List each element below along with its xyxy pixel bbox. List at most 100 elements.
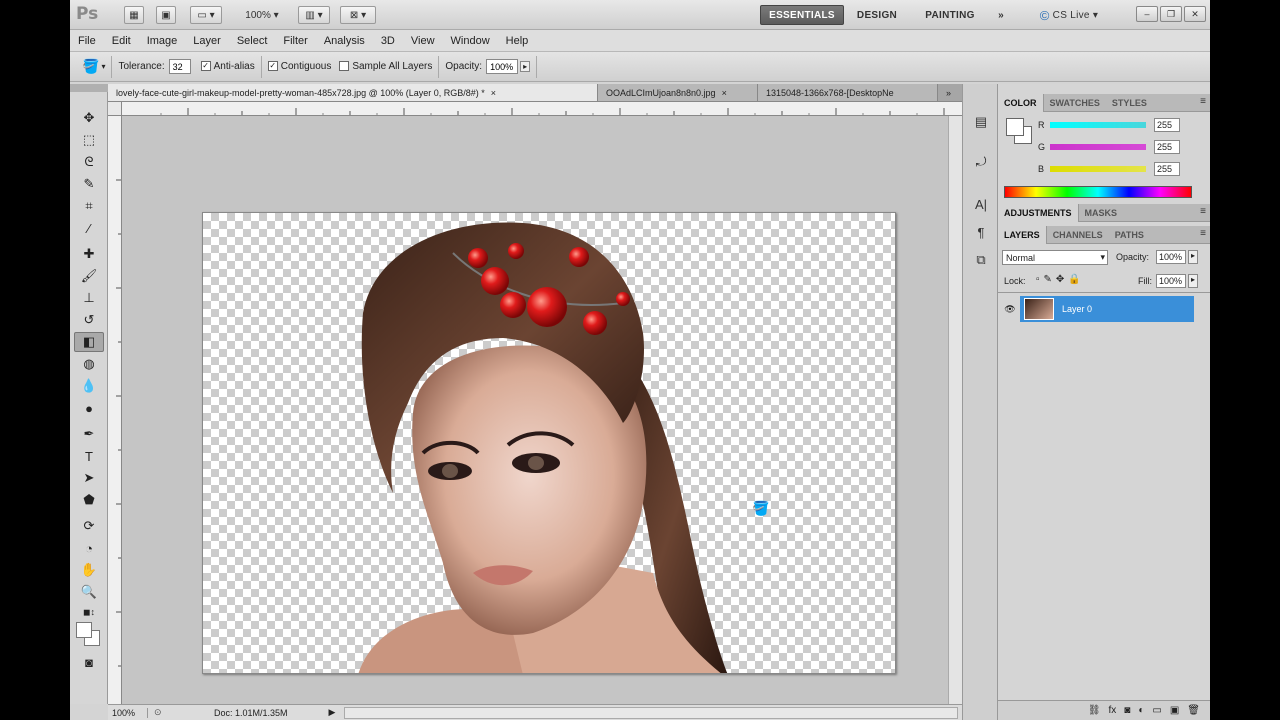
screen-mode-dropdown[interactable]: ⊠ ▾ <box>340 6 376 24</box>
quick-mask-icon[interactable]: ◙ <box>74 652 104 672</box>
tab-channels[interactable]: CHANNELS <box>1047 226 1109 244</box>
opacity-input[interactable] <box>486 59 519 74</box>
status-menu-arrow[interactable]: ▶ <box>324 707 340 718</box>
status-zoom[interactable]: 100% <box>108 707 148 718</box>
default-colors-icon[interactable]: ◼↕ <box>74 602 104 622</box>
menu-select[interactable]: Select <box>229 35 276 47</box>
tab-close-icon[interactable]: × <box>722 88 727 98</box>
hand-tool-icon[interactable]: ✋ <box>74 560 104 580</box>
document-canvas[interactable] <box>202 212 896 674</box>
workspace-painting[interactable]: PAINTING <box>916 5 984 25</box>
blur-tool-icon[interactable]: 💧 <box>74 376 104 396</box>
menu-edit[interactable]: Edit <box>104 35 139 47</box>
adjustments-panel-menu-icon[interactable]: ≡ <box>1200 206 1206 217</box>
channel-b-value[interactable]: 255 <box>1154 162 1180 176</box>
contiguous-checkbox[interactable]: ✓ Contiguous <box>267 61 331 72</box>
fx-icon[interactable]: fx <box>1109 705 1117 716</box>
clone-stamp-tool-icon[interactable]: ⊥ <box>74 288 104 308</box>
history-brush-tool-icon[interactable]: ↺ <box>74 310 104 330</box>
brush-tool-icon[interactable]: 🖌 <box>74 266 104 286</box>
channel-g-value[interactable]: 255 <box>1154 140 1180 154</box>
channel-r-slider[interactable] <box>1050 122 1146 128</box>
paint-bucket-tool-icon[interactable]: ◍ <box>74 354 104 374</box>
zoom-tool-icon[interactable]: 🔍 <box>74 582 104 602</box>
tools-panel-header[interactable] <box>70 84 108 92</box>
dodge-tool-icon[interactable]: ● <box>74 398 104 418</box>
zoom-level-dropdown[interactable]: 100% ▾ <box>234 6 290 24</box>
tab-swatches[interactable]: SWATCHES <box>1044 94 1106 112</box>
new-layer-icon[interactable]: ▣ <box>1170 705 1179 716</box>
tab-close-icon[interactable]: × <box>491 88 496 98</box>
layer-visibility-eye-icon[interactable]: 👁 <box>1000 296 1020 322</box>
layer-opacity-arrow[interactable]: ▸ <box>1188 250 1199 264</box>
shape-tool-icon[interactable]: ⬟ <box>74 490 104 510</box>
color-spectrum-bar[interactable] <box>1004 186 1192 198</box>
document-tab-active[interactable]: lovely-face-cute-girl-makeup-model-prett… <box>108 84 598 101</box>
menu-view[interactable]: View <box>403 35 443 47</box>
lock-icons[interactable]: ▫✎✥🔒 <box>1036 274 1085 285</box>
tab-color[interactable]: COLOR <box>998 93 1044 112</box>
fill-input[interactable]: 100% <box>1156 274 1186 288</box>
eyedropper-tool-icon[interactable]: ⁄ <box>74 218 104 238</box>
type-tool-icon[interactable]: T <box>74 446 104 466</box>
view-extras-dropdown[interactable]: ▭ ▾ <box>190 6 222 24</box>
new-group-icon[interactable]: ▭ <box>1152 705 1161 716</box>
ruler-origin[interactable] <box>108 102 122 116</box>
histogram-icon[interactable]: ▤ <box>970 112 992 132</box>
tool-preset-dropdown-icon[interactable]: ▾ <box>101 62 105 71</box>
color-panel-menu-icon[interactable]: ≡ <box>1200 96 1206 107</box>
clone-source-icon[interactable]: ⧉ <box>970 250 992 270</box>
tab-layers[interactable]: LAYERS <box>998 225 1047 244</box>
horizontal-ruler[interactable] <box>122 102 962 116</box>
delete-layer-icon[interactable]: 🗑 <box>1187 705 1200 716</box>
layer-row[interactable]: 👁 Layer 0 <box>1000 296 1194 322</box>
tab-adjustments[interactable]: ADJUSTMENTS <box>998 203 1079 222</box>
menu-filter[interactable]: Filter <box>275 35 315 47</box>
arrange-documents-dropdown[interactable]: ▥ ▾ <box>298 6 330 24</box>
opacity-dropdown-icon[interactable]: ▸ <box>520 61 531 72</box>
layer-opacity-input[interactable]: 100% <box>1156 250 1186 264</box>
workspace-more[interactable]: » <box>990 5 1012 25</box>
adjustment-layer-icon[interactable]: ◐ <box>1138 705 1144 716</box>
quick-selection-tool-icon[interactable]: ✎ <box>74 174 104 194</box>
menu-file[interactable]: File <box>70 35 104 47</box>
tab-paths[interactable]: PATHS <box>1109 226 1150 244</box>
menu-3d[interactable]: 3D <box>373 35 403 47</box>
minimize-button[interactable]: – <box>1136 6 1158 22</box>
document-tab-2[interactable]: OOAdLCImUjoan8n8n0.jpg × <box>598 84 758 101</box>
maximize-button[interactable]: ❐ <box>1160 6 1182 22</box>
layers-panel-menu-icon[interactable]: ≡ <box>1200 228 1206 239</box>
menu-analysis[interactable]: Analysis <box>316 35 373 47</box>
history-icon[interactable]: ⤾ <box>970 152 992 172</box>
channel-r-value[interactable]: 255 <box>1154 118 1180 132</box>
tool-preset-icon[interactable]: 🪣 <box>82 58 99 75</box>
mini-bridge-icon[interactable]: ▣ <box>156 6 176 24</box>
link-layers-icon[interactable]: ⛓ <box>1088 705 1101 716</box>
vertical-ruler[interactable] <box>108 116 122 704</box>
paragraph-icon[interactable]: ¶ <box>970 222 992 242</box>
menu-layer[interactable]: Layer <box>185 35 229 47</box>
character-icon[interactable]: A| <box>970 194 992 214</box>
healing-brush-tool-icon[interactable]: ✚ <box>74 244 104 264</box>
marquee-tool-icon[interactable]: ⬚ <box>74 130 104 150</box>
sample-all-layers-checkbox[interactable]: Sample All Layers <box>339 61 432 72</box>
add-mask-icon[interactable]: ◙ <box>1124 705 1130 716</box>
menu-window[interactable]: Window <box>443 35 498 47</box>
anti-alias-checkbox[interactable]: ✓ Anti-alias <box>200 61 255 72</box>
pen-tool-icon[interactable]: ✒ <box>74 424 104 444</box>
lasso-tool-icon[interactable]: ᘓ <box>74 152 104 172</box>
layer-name[interactable]: Layer 0 <box>1062 304 1092 314</box>
blend-mode-select[interactable]: Normal ▾ <box>1002 250 1108 265</box>
3d-orbit-tool-icon[interactable]: ◔ <box>74 538 104 558</box>
menu-image[interactable]: Image <box>139 35 186 47</box>
foreground-color-swatch[interactable] <box>76 622 92 638</box>
tolerance-input[interactable] <box>168 59 191 74</box>
tabs-overflow-button[interactable]: » <box>938 84 962 101</box>
color-foreground-swatch[interactable] <box>1006 118 1024 136</box>
workspace-design[interactable]: DESIGN <box>850 5 904 25</box>
status-info-icon[interactable]: ⊙ <box>154 707 194 718</box>
tab-styles[interactable]: STYLES <box>1106 94 1153 112</box>
channel-g-slider[interactable] <box>1050 144 1146 150</box>
fill-arrow[interactable]: ▸ <box>1188 274 1199 288</box>
horizontal-scrollbar[interactable] <box>344 706 958 719</box>
